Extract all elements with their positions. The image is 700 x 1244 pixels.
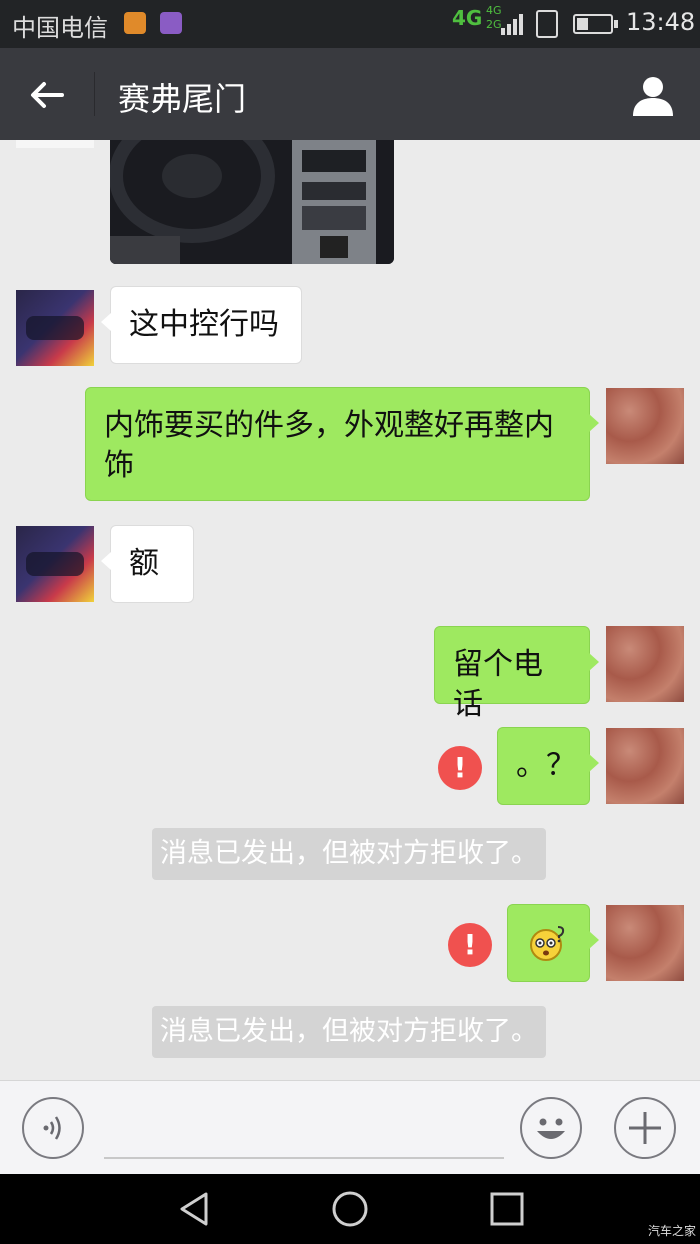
arrow-left-icon[interactable] bbox=[26, 74, 68, 116]
send-failed-icon[interactable]: ! bbox=[448, 923, 492, 967]
recents-square-icon[interactable] bbox=[488, 1190, 526, 1228]
message-bubble[interactable]: 留个电话 bbox=[434, 626, 599, 722]
message-bubble[interactable]: 额 bbox=[101, 525, 194, 603]
chat-header: 赛弗尾门 bbox=[0, 48, 700, 140]
message-bubble[interactable]: 。？ bbox=[497, 727, 599, 805]
app-notification-icon bbox=[124, 12, 146, 34]
message-text: 这中控行吗 bbox=[129, 307, 279, 342]
avatar[interactable] bbox=[606, 905, 684, 981]
avatar[interactable] bbox=[16, 290, 94, 366]
status-bar: 中国电信 4G 4G 2G 13:48 bbox=[0, 0, 700, 48]
message-bubble[interactable] bbox=[507, 904, 599, 982]
carrier-label: 中国电信 bbox=[12, 14, 108, 42]
car-interior-photo bbox=[110, 140, 394, 264]
battery-icon bbox=[573, 14, 613, 34]
emoji-icon bbox=[537, 1118, 565, 1139]
watermark: 汽车之家 bbox=[648, 1224, 697, 1238]
header-divider bbox=[94, 72, 95, 116]
voice-icon bbox=[43, 1116, 61, 1140]
gallery-notification-icon bbox=[160, 12, 182, 34]
message-input[interactable] bbox=[104, 1101, 504, 1159]
input-bar bbox=[0, 1080, 700, 1174]
avatar[interactable] bbox=[606, 388, 684, 464]
network-type-label: 4G bbox=[452, 6, 483, 30]
battery-tip bbox=[614, 20, 618, 28]
sim-icon bbox=[536, 10, 558, 38]
image-message[interactable] bbox=[110, 140, 394, 264]
avatar[interactable] bbox=[16, 526, 94, 602]
voice-button[interactable] bbox=[22, 1097, 84, 1159]
emoji-button[interactable] bbox=[520, 1097, 582, 1159]
avatar[interactable] bbox=[606, 728, 684, 804]
avatar[interactable] bbox=[606, 626, 684, 702]
message-bubble[interactable]: 内饰要买的件多，外观整好再整内饰 bbox=[85, 387, 599, 501]
more-button[interactable] bbox=[614, 1097, 676, 1159]
message-bubble[interactable]: 这中控行吗 bbox=[101, 286, 302, 364]
page-title: 赛弗尾门 bbox=[118, 80, 247, 118]
message-text: 。？ bbox=[516, 748, 576, 783]
system-notice: 消息已发出，但被对方拒收了。 bbox=[152, 1006, 546, 1058]
message-text: 留个电话 bbox=[453, 647, 543, 722]
send-failed-icon[interactable]: ! bbox=[438, 746, 482, 790]
system-notice: 消息已发出，但被对方拒收了。 bbox=[152, 828, 546, 880]
signal-icon bbox=[501, 14, 523, 35]
battery-fill bbox=[577, 18, 589, 30]
home-circle-icon[interactable] bbox=[331, 1190, 369, 1228]
back-triangle-icon[interactable] bbox=[176, 1190, 214, 1228]
clock: 13:48 bbox=[626, 8, 696, 36]
person-icon[interactable] bbox=[630, 72, 676, 118]
message-text: 内饰要买的件多，外观整好再整内饰 bbox=[104, 408, 554, 483]
message-text: 额 bbox=[129, 546, 159, 581]
avatar[interactable] bbox=[16, 140, 94, 148]
plus-icon bbox=[629, 1112, 661, 1144]
message-list[interactable]: 这中控行吗 内饰要买的件多，外观整好再整内饰 额 留个电话 ! 。？ 消息已发出… bbox=[0, 140, 700, 1080]
system-navigation-bar bbox=[0, 1174, 700, 1244]
confused-face-emoji bbox=[530, 926, 565, 961]
